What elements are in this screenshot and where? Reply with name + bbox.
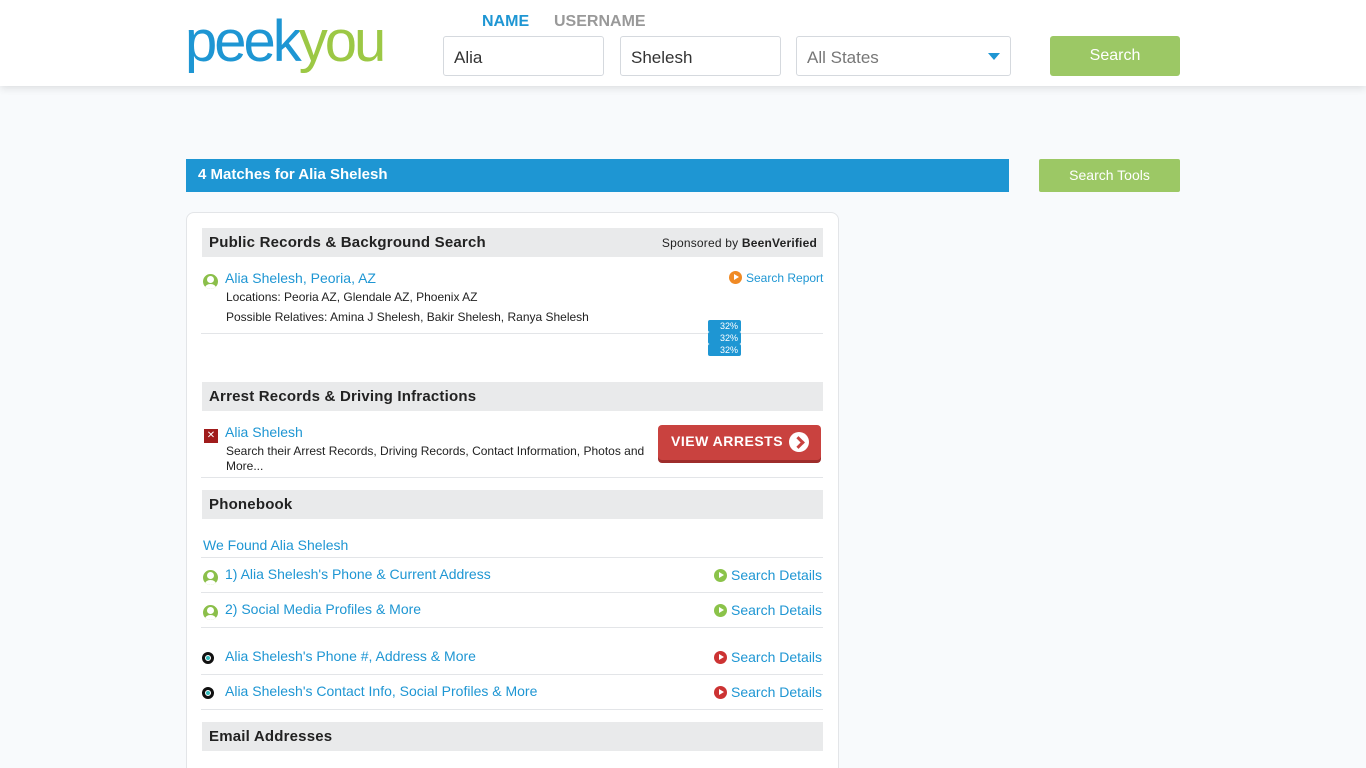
divider (201, 592, 823, 593)
arrest-person-link[interactable]: Alia Shelesh (225, 424, 303, 440)
phonebook-heading: Phonebook (202, 490, 823, 519)
target-icon (202, 652, 214, 664)
play-icon (714, 569, 727, 582)
tab-username[interactable]: USERNAME (554, 13, 646, 31)
progress-badge: 32% (708, 344, 741, 356)
person-icon (203, 274, 218, 289)
tab-name[interactable]: NAME (482, 13, 529, 31)
play-icon (714, 604, 727, 617)
phonebook-item-link[interactable]: Alia Shelesh's Phone #, Address & More (225, 648, 476, 664)
sponsored-prefix: Sponsored by (661, 236, 739, 250)
person-icon (203, 570, 218, 585)
phonebook-item-link[interactable]: 2) Social Media Profiles & More (225, 601, 421, 617)
sponsor-name: BeenVerified (741, 236, 817, 250)
view-arrests-label: VIEW ARRESTS (671, 433, 784, 449)
phonebook-item-link[interactable]: 1) Alia Shelesh's Phone & Current Addres… (225, 566, 491, 582)
found-person-link[interactable]: We Found Alia Shelesh (203, 537, 348, 553)
arrest-description: Search their Arrest Records, Driving Rec… (226, 444, 645, 473)
handcuffs-icon: ✕ (204, 429, 218, 443)
logo-you: you (298, 9, 386, 74)
site-header: peekyou NAME USERNAME Alia Shelesh All S… (0, 0, 1366, 86)
arrest-records-heading: Arrest Records & Driving Infractions (202, 382, 823, 411)
public-records-heading-text: Public Records & Background Search (209, 234, 486, 251)
state-select-value: All States (807, 48, 879, 67)
divider (201, 674, 823, 675)
arrow-right-icon (789, 432, 809, 452)
person-icon (203, 605, 218, 620)
peekyou-logo[interactable]: peekyou (185, 9, 386, 74)
logo-peek: peek (185, 9, 302, 74)
email-heading: Email Addresses (202, 722, 823, 751)
search-tools-button[interactable]: Search Tools (1039, 159, 1180, 192)
divider (201, 627, 823, 628)
play-icon (714, 651, 727, 664)
record-relatives: Possible Relatives: Amina J Shelesh, Bak… (226, 310, 589, 324)
state-select[interactable]: All States (796, 36, 1011, 76)
search-details-label: Search Details (731, 649, 823, 665)
phonebook-item-link[interactable]: Alia Shelesh's Contact Info, Social Prof… (225, 683, 537, 699)
search-button[interactable]: Search (1050, 36, 1180, 76)
first-name-input[interactable]: Alia (443, 36, 604, 76)
play-icon (714, 686, 727, 699)
search-details-label: Search Details (731, 684, 823, 700)
progress-badge: 32% (708, 320, 741, 332)
sponsored-by: Sponsored by BeenVerified (662, 236, 817, 250)
progress-badge: 32% (708, 332, 741, 344)
search-details-label: Search Details (731, 602, 823, 618)
record-locations: Locations: Peoria AZ, Glendale AZ, Phoen… (226, 290, 478, 304)
results-title: 4 Matches for Alia Shelesh (186, 159, 1009, 192)
view-arrests-button[interactable]: VIEW ARRESTS (658, 425, 821, 460)
target-icon (202, 687, 214, 699)
search-report-link[interactable]: Search Report (729, 271, 823, 285)
chevron-down-icon (988, 53, 1000, 60)
public-records-heading: Public Records & Background Search Spons… (202, 228, 823, 257)
search-details-link[interactable]: Search Details (714, 684, 822, 700)
last-name-input[interactable]: Shelesh (620, 36, 781, 76)
search-details-link[interactable]: Search Details (714, 602, 822, 618)
divider (201, 477, 823, 478)
divider (201, 557, 823, 558)
divider (201, 709, 823, 710)
search-details-link[interactable]: Search Details (714, 649, 822, 665)
search-details-label: Search Details (731, 567, 823, 583)
play-icon (729, 271, 742, 284)
public-record-person-link[interactable]: Alia Shelesh, Peoria, AZ (225, 270, 376, 286)
search-report-label: Search Report (746, 271, 824, 285)
search-details-link[interactable]: Search Details (714, 567, 822, 583)
